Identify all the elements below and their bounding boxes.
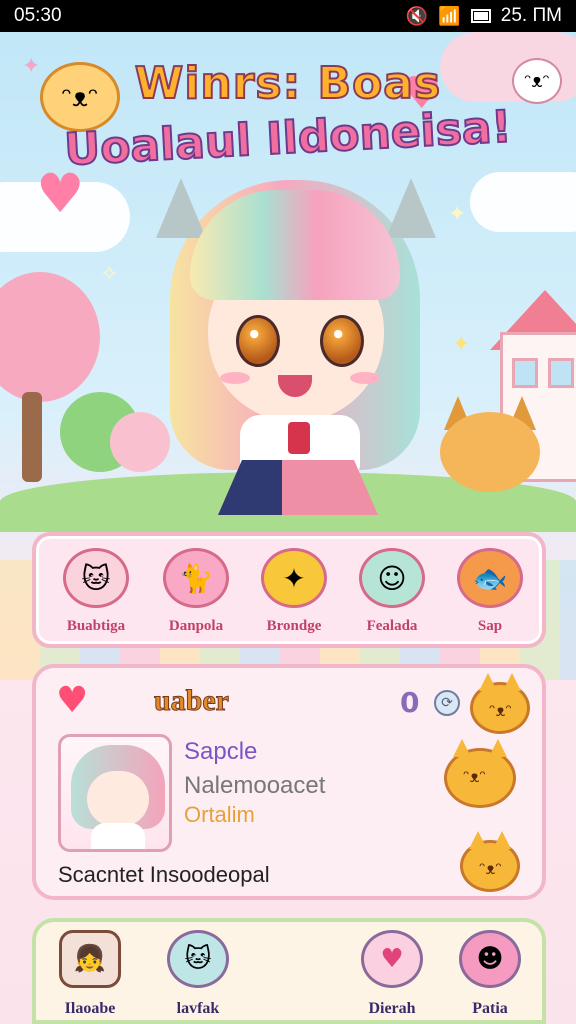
heart-icon: ♥ (56, 680, 89, 721)
cat-face-icon: 🐱 (63, 548, 129, 608)
menu-item-label: Brondge (266, 618, 322, 634)
character-skirt (218, 460, 378, 515)
character-cat-ear (156, 178, 206, 238)
character-blush (350, 372, 380, 384)
bottom-nav: 👧 Ilaoabe 🐱 lavfak ♥ Dierah ☻ Patia (32, 918, 546, 1024)
nav-item-label: Patia (472, 1000, 508, 1017)
status-bar: 05:30 🔇 📶 25. ΠM (0, 0, 576, 32)
profile-footer: Scacntet Insoodeopal (58, 862, 270, 887)
profile-subtitle: Nalemooacet (184, 772, 326, 799)
cat-sprout-icon: 🐱 (167, 930, 229, 988)
menu-item-4[interactable]: ☺ Fealada (342, 544, 442, 644)
nav-item-4[interactable]: ☻ Patia (440, 930, 540, 1024)
profile-name: Sapcle (184, 738, 258, 765)
sparkle-icon: ✦ (448, 202, 467, 227)
menu-item-3[interactable]: ✦ Brondge (244, 544, 344, 644)
star-bubble-icon: ✦ (261, 548, 327, 608)
pink-cat-icon: 🐈 (163, 548, 229, 608)
house-window (548, 358, 574, 388)
menu-item-label: Buabtiga (66, 618, 126, 634)
avatar-face (87, 771, 149, 827)
game-title: Winrs: Boas Uoalaul Ildoneisa! (0, 57, 576, 177)
avatar[interactable] (58, 734, 172, 852)
title-line-1: Winrs: Boas (134, 57, 442, 110)
nav-item-1[interactable]: 👧 Ilaoabe (40, 930, 140, 1024)
main-character[interactable] (150, 160, 440, 530)
character-eye (320, 315, 364, 367)
mute-icon: 🔇 (405, 5, 429, 26)
character-cat-ear (386, 178, 436, 238)
cat-companion[interactable] (430, 382, 550, 502)
profile-title: uaber (154, 684, 230, 718)
wifi-icon: 📶 (438, 5, 461, 26)
nav-item-label: Ilaoabe (64, 1000, 116, 1017)
cat-badge-icon[interactable]: ᵔᴥᵔ (444, 748, 516, 808)
tree-top (0, 272, 100, 402)
sparkle-icon: ✦ (452, 332, 471, 357)
sprout-girl-icon: ☺ (359, 548, 425, 608)
sparkle-icon: ✧ (100, 262, 119, 287)
profile-role: Ortalim (184, 802, 255, 827)
menu-panel: 🐱 Buabtiga 🐈 Danpola ✦ Brondge ☺ Fealada… (32, 532, 546, 648)
avatar-girl-icon: 👧 (59, 930, 121, 988)
cat-badge-icon[interactable]: ᵔᴥᵔ (470, 682, 530, 734)
cat-badge-icon[interactable]: ᵔᴥᵔ (460, 840, 520, 892)
nav-item-3[interactable]: ♥ Dierah (342, 930, 442, 1024)
menu-item-2[interactable]: 🐈 Danpola (146, 544, 246, 644)
status-time: 05:30 (14, 5, 62, 26)
profile-panel: ♥ uaber 0 ⟳ ᵔᴥᵔ Sapcle Nalemooacet Ortal… (32, 664, 546, 900)
menu-item-1[interactable]: 🐱 Buabtiga (46, 544, 146, 644)
profile-count: 0 (400, 686, 420, 719)
status-icons: 🔇 📶 25. ΠM (406, 5, 562, 27)
character-eye (236, 315, 280, 367)
cloud (470, 172, 576, 232)
menu-item-label: Fealada (366, 618, 418, 634)
nav-item-label: lavfak (176, 1000, 220, 1017)
battery-icon (470, 9, 491, 23)
heart-bubble-icon: ♥ (361, 930, 423, 988)
tree-trunk (22, 392, 42, 482)
fish-icon: 🐟 (457, 548, 523, 608)
character-bow (288, 422, 310, 454)
character-blush (220, 372, 250, 384)
menu-item-label: Sap (477, 618, 503, 634)
avatar-body (91, 823, 145, 849)
menu-item-5[interactable]: 🐟 Sap (440, 544, 540, 644)
refresh-icon[interactable]: ⟳ (434, 690, 460, 716)
cat-body (440, 412, 540, 492)
menu-item-label: Danpola (168, 618, 224, 634)
pink-monster-icon: ☻ (459, 930, 521, 988)
nav-item-label: Dierah (368, 1000, 416, 1017)
nav-item-2[interactable]: 🐱 lavfak (148, 930, 248, 1024)
status-right-text: 25. ΠM (500, 5, 562, 26)
